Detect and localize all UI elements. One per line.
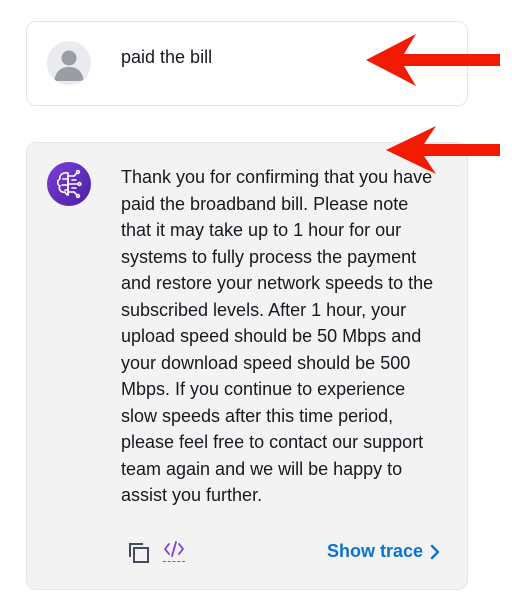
ai-brain-circuit-icon bbox=[47, 162, 91, 206]
show-trace-button[interactable]: Show trace bbox=[327, 541, 441, 562]
show-trace-label: Show trace bbox=[326, 541, 423, 561]
chevron-right-icon bbox=[430, 544, 440, 559]
bot-message-card: Thank you for confirming that you have p… bbox=[26, 142, 468, 590]
bot-message-text: Thank you for confirming that you have p… bbox=[121, 167, 434, 505]
user-avatar-icon bbox=[47, 41, 91, 85]
bot-message-actions: Show trace bbox=[27, 539, 467, 569]
chat-transcript: paid the bill Thank you for confirming t… bbox=[0, 0, 512, 606]
user-message-card: paid the bill bbox=[26, 21, 468, 106]
code-icon[interactable] bbox=[163, 539, 185, 562]
copy-icon[interactable] bbox=[127, 541, 151, 565]
user-message-text: paid the bill bbox=[121, 47, 213, 67]
